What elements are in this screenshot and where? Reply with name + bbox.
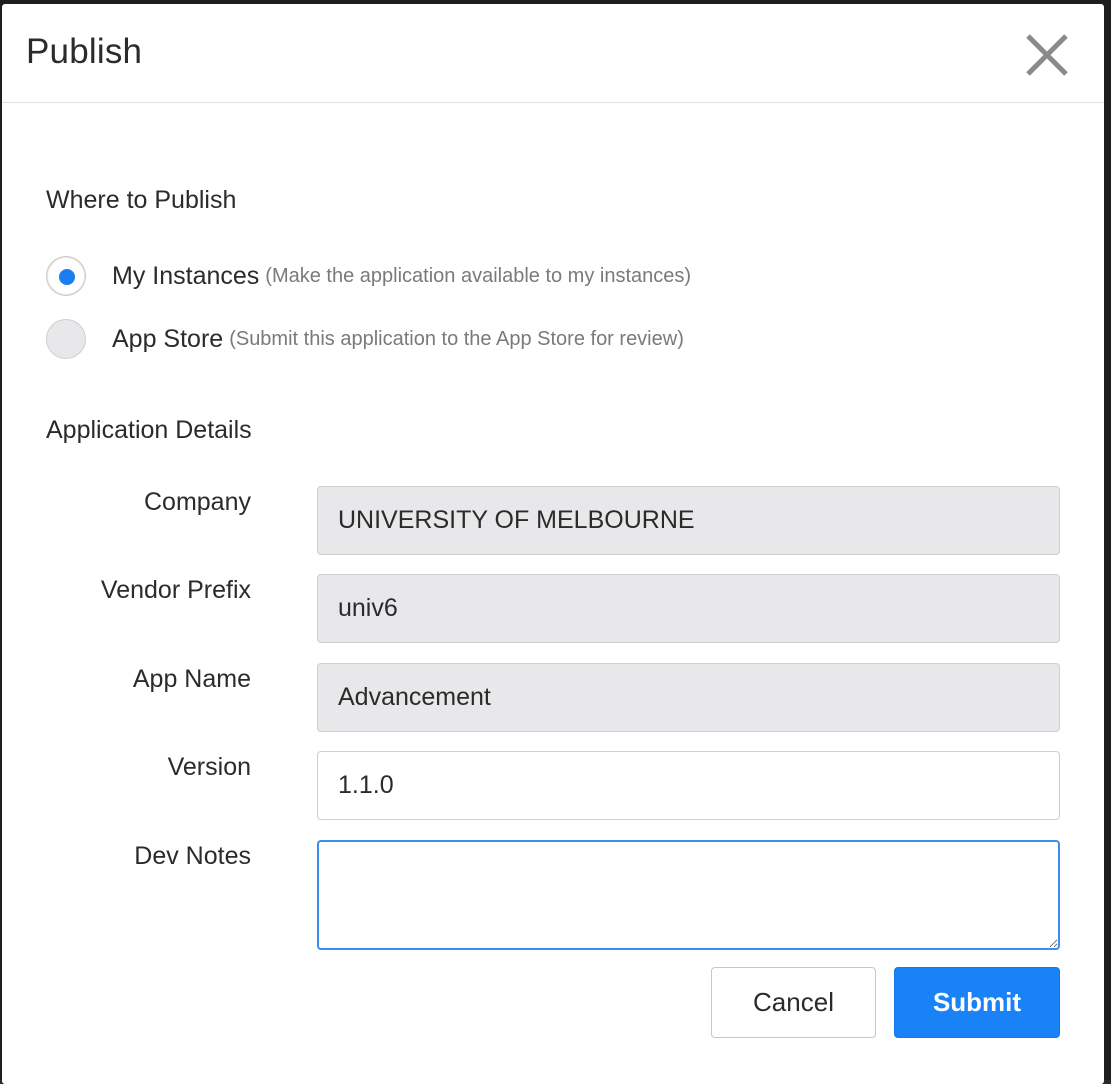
app-name-field[interactable] — [317, 663, 1060, 732]
close-button[interactable] — [1022, 30, 1072, 80]
radio-hint-app-store: (Submit this application to the App Stor… — [229, 327, 684, 350]
radio-hint-my-instances: (Make the application available to my in… — [265, 264, 692, 287]
application-details-heading: Application Details — [46, 416, 252, 444]
vendor-prefix-field[interactable] — [317, 574, 1060, 643]
version-label: Version — [167, 753, 251, 781]
app-name-label: App Name — [132, 665, 251, 693]
radio-option-app-store[interactable]: App Store (Submit this application to th… — [46, 317, 684, 361]
vendor-prefix-label: Vendor Prefix — [100, 576, 251, 604]
radio-app-store[interactable] — [46, 319, 86, 359]
dev-notes-textarea[interactable] — [317, 840, 1060, 950]
company-field[interactable] — [317, 486, 1060, 555]
company-label: Company — [144, 488, 251, 516]
where-to-publish-heading: Where to Publish — [46, 186, 237, 214]
close-icon — [1026, 34, 1068, 76]
dev-notes-label: Dev Notes — [134, 842, 251, 870]
dialog-title: Publish — [26, 32, 143, 71]
publish-dialog: Publish Where to Publish My Instances (M… — [2, 4, 1104, 1084]
radio-selected-dot — [59, 269, 75, 285]
version-field[interactable] — [317, 751, 1060, 820]
dialog-header: Publish — [2, 4, 1104, 103]
radio-my-instances[interactable] — [46, 256, 86, 296]
submit-button[interactable]: Submit — [894, 967, 1060, 1038]
radio-label-my-instances: My Instances — [112, 261, 260, 290]
radio-label-app-store: App Store — [112, 324, 224, 353]
cancel-button[interactable]: Cancel — [711, 967, 876, 1038]
radio-option-my-instances[interactable]: My Instances (Make the application avail… — [46, 254, 691, 298]
